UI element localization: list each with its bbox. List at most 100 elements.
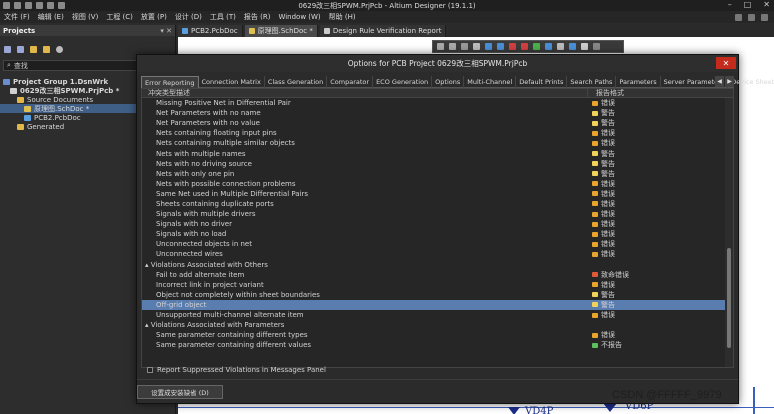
report-mode-cell[interactable]: 错误 xyxy=(587,138,733,148)
violation-row[interactable]: Nets with possible connection problems 错误 xyxy=(142,179,733,189)
directive-icon[interactable] xyxy=(557,43,564,50)
tab-scroll-left[interactable]: ◀ xyxy=(715,76,724,87)
violation-row[interactable]: Unsupported multi-channel alternate item… xyxy=(142,310,733,320)
menu-item[interactable]: 编辑 (E) xyxy=(34,12,68,22)
report-mode-cell[interactable]: 错误 xyxy=(587,330,733,340)
designator-label[interactable]: VD4P xyxy=(525,406,553,414)
report-mode-cell[interactable]: 不报告 xyxy=(587,340,733,350)
menu-item[interactable]: 工程 (C) xyxy=(102,12,137,22)
violation-row[interactable]: Sheets containing duplicate ports 错误 xyxy=(142,199,733,209)
dialog-tab[interactable]: Multi-Channel xyxy=(464,76,517,88)
select-icon[interactable] xyxy=(461,43,468,50)
dialog-tab[interactable]: Comparator xyxy=(327,76,374,88)
add-folder-icon[interactable] xyxy=(43,45,50,53)
report-mode-cell[interactable]: 错误 xyxy=(587,128,733,138)
move-icon[interactable] xyxy=(449,43,456,50)
violation-row[interactable]: Nets containing multiple similar objects… xyxy=(142,138,733,148)
dialog-tab[interactable]: Default Prints xyxy=(516,76,568,88)
scrollbar-thumb[interactable] xyxy=(727,248,731,348)
dialog-tab[interactable]: Device Sheets xyxy=(728,76,774,88)
save-all-project-icon[interactable] xyxy=(17,45,24,53)
dialog-tab[interactable]: ECO Generation xyxy=(373,76,433,88)
violation-row[interactable]: Missing Positive Net in Differential Pai… xyxy=(142,98,733,108)
violation-row[interactable]: Net Parameters with no value 警告 xyxy=(142,118,733,128)
text-icon[interactable] xyxy=(581,43,588,50)
report-suppressed-checkbox[interactable] xyxy=(147,367,153,373)
menu-item[interactable]: 报告 (R) xyxy=(240,12,275,22)
tab-scroll-right[interactable]: ▶ xyxy=(725,76,734,87)
notifications-icon[interactable] xyxy=(748,13,755,21)
menu-item[interactable]: 视图 (V) xyxy=(68,12,102,22)
menu-item[interactable]: 设计 (D) xyxy=(171,12,206,22)
diode-symbol[interactable] xyxy=(603,403,617,412)
save-project-icon[interactable] xyxy=(4,45,11,53)
violation-row[interactable]: Nets with multiple names 警告 xyxy=(142,148,733,158)
report-mode-cell[interactable]: 警告 xyxy=(587,300,733,310)
sheet-symbol-icon[interactable] xyxy=(569,43,576,50)
close-window-icon[interactable]: ✕ xyxy=(763,0,770,9)
report-suppressed-checkbox-row[interactable]: Report Suppressed Violations in Messages… xyxy=(147,366,326,374)
violation-row[interactable]: Fail to add alternate item 致命错误 xyxy=(142,270,733,280)
grid-scrollbar[interactable] xyxy=(725,98,733,367)
menu-item[interactable]: 放置 (P) xyxy=(137,12,171,22)
dialog-tab[interactable]: Connection Matrix xyxy=(199,76,265,88)
violation-row[interactable]: Signals with multiple drivers 错误 xyxy=(142,209,733,219)
report-mode-cell[interactable]: 错误 xyxy=(587,280,733,290)
open-folder-icon[interactable] xyxy=(30,45,37,53)
report-mode-cell[interactable]: 错误 xyxy=(587,98,733,108)
violation-row[interactable]: Nets with no driving source 警告 xyxy=(142,159,733,169)
menu-item[interactable]: 工具 (T) xyxy=(206,12,240,22)
violation-row[interactable]: Signals with no driver 错误 xyxy=(142,219,733,229)
set-defaults-button[interactable]: 设置成安装缺省 (D) xyxy=(137,385,223,399)
report-mode-cell[interactable]: 错误 xyxy=(587,189,733,199)
violation-row[interactable]: Incorrect link in project variant 错误 xyxy=(142,280,733,290)
violation-column-header[interactable]: 冲突类型描述 xyxy=(142,89,587,98)
report-mode-cell[interactable]: 错误 xyxy=(587,249,733,259)
bus-icon[interactable] xyxy=(497,43,504,50)
violation-row[interactable]: Signals with no load 错误 xyxy=(142,229,733,239)
report-mode-cell[interactable]: 警告 xyxy=(587,149,733,159)
wire-icon[interactable] xyxy=(485,43,492,50)
violation-group-row[interactable]: ▴ Violations Associated with Parameters xyxy=(142,320,733,330)
report-mode-cell[interactable]: 错误 xyxy=(587,229,733,239)
violation-row[interactable]: Off-grid object 警告 xyxy=(142,299,733,310)
align-icon[interactable] xyxy=(473,43,480,50)
net-label-icon[interactable] xyxy=(533,43,540,50)
settings-icon[interactable] xyxy=(735,13,742,21)
ground-icon[interactable] xyxy=(521,43,528,50)
report-mode-cell[interactable]: 错误 xyxy=(587,179,733,189)
report-mode-cell[interactable]: 警告 xyxy=(587,169,733,179)
report-mode-cell[interactable]: 错误 xyxy=(587,209,733,219)
menu-item[interactable]: 文件 (F) xyxy=(0,12,34,22)
document-tab[interactable]: PCB2.PcbDoc xyxy=(178,25,243,37)
violation-row[interactable]: Unconnected wires 错误 xyxy=(142,249,733,259)
report-mode-cell[interactable]: 警告 xyxy=(587,118,733,128)
search-input[interactable]: 查找 xyxy=(14,61,28,71)
gear-icon[interactable] xyxy=(56,45,63,53)
panel-controls[interactable]: ▾ ✕ xyxy=(160,27,172,35)
diode-symbol[interactable] xyxy=(508,407,520,414)
violation-row[interactable]: Nets containing floating input pins 错误 xyxy=(142,128,733,138)
report-column-header[interactable]: 报告格式 xyxy=(587,89,733,98)
document-tab[interactable]: 原理图.SchDoc * xyxy=(244,25,318,37)
violation-group-row[interactable]: ▴ Violations Associated with Others xyxy=(142,260,733,270)
filter-icon[interactable] xyxy=(437,43,444,50)
dialog-tab[interactable]: Search Paths xyxy=(567,76,617,88)
dialog-tab[interactable]: Class Generation xyxy=(265,76,328,88)
report-mode-cell[interactable]: 警告 xyxy=(587,159,733,169)
violation-row[interactable]: Unconnected objects in net 错误 xyxy=(142,239,733,249)
dialog-tab[interactable]: Options xyxy=(432,76,465,88)
dialog-tab[interactable]: Parameters xyxy=(616,76,661,88)
shape-icon[interactable] xyxy=(593,43,600,50)
port-icon[interactable] xyxy=(545,43,552,50)
violation-row[interactable]: Same Net used in Multiple Differential P… xyxy=(142,189,733,199)
report-mode-cell[interactable]: 错误 xyxy=(587,310,733,320)
dialog-tab[interactable]: Error Reporting xyxy=(141,76,199,88)
report-mode-cell[interactable]: 错误 xyxy=(587,199,733,209)
report-mode-cell[interactable]: 警告 xyxy=(587,290,733,300)
minimize-icon[interactable]: – xyxy=(728,0,732,9)
maximize-icon[interactable]: □ xyxy=(744,0,752,9)
report-mode-cell[interactable]: 警告 xyxy=(587,108,733,118)
violation-row[interactable]: Net Parameters with no name 警告 xyxy=(142,108,733,118)
violation-row[interactable]: Same parameter containing different type… xyxy=(142,330,733,340)
